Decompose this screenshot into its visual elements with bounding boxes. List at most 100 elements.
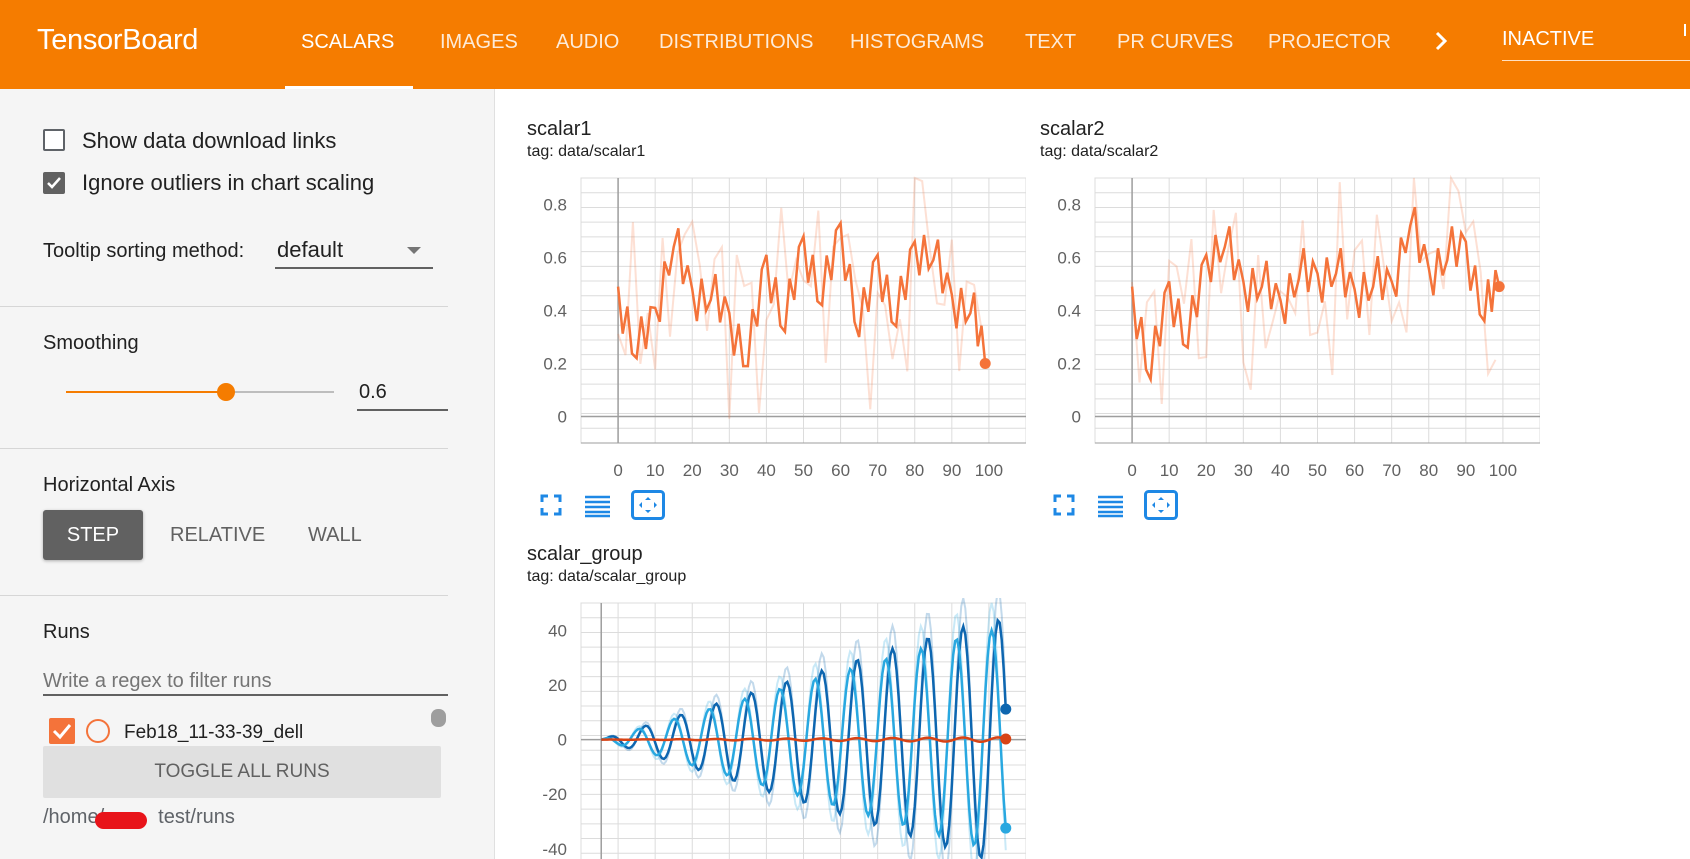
x-tick-label: 100	[975, 461, 1003, 480]
ignore-outliers-checkbox[interactable]	[43, 172, 65, 194]
redaction-mark	[95, 812, 147, 829]
y-tick-label: 0	[558, 731, 567, 750]
tab-distributions[interactable]: DISTRIBUTIONS	[659, 31, 813, 54]
y-tick-label: -20	[542, 785, 567, 804]
horizontal-axis-title: Horizontal Axis	[43, 474, 176, 496]
runs-title: Runs	[43, 621, 90, 643]
x-tick-label: 90	[942, 461, 961, 480]
y-tick-label: 40	[548, 621, 567, 640]
fullscreen-icon[interactable]	[538, 492, 564, 518]
last-point-marker	[1493, 281, 1505, 293]
fit-domain-icon[interactable]	[631, 490, 665, 520]
x-tick-label: 100	[1489, 461, 1517, 480]
run-color-swatch[interactable]	[86, 719, 110, 743]
y-tick-label: 20	[548, 676, 567, 695]
x-tick-label: 0	[1127, 461, 1136, 480]
x-tick-label: 20	[683, 461, 702, 480]
status-dropdown-underline	[1502, 60, 1690, 61]
tooltip-sorting-select[interactable]: default	[277, 237, 343, 263]
y-tick-label: 0.4	[1057, 302, 1081, 321]
divider	[0, 306, 448, 307]
x-tick-label: 60	[831, 461, 850, 480]
smoothing-slider-knob[interactable]	[217, 383, 235, 401]
x-tick-label: 60	[1345, 461, 1364, 480]
run-filter-underline	[43, 694, 448, 696]
menu-edge-icon	[1684, 24, 1686, 36]
log-scale-icon[interactable]	[1097, 492, 1123, 518]
tab-scalars[interactable]: SCALARS	[301, 31, 394, 54]
card-tag-scalar2: tag: data/scalar2	[1040, 143, 1159, 160]
tooltip-sorting-label: Tooltip sorting method:	[43, 240, 245, 262]
x-tick-label: 70	[1382, 461, 1401, 480]
fit-domain-icon[interactable]	[1144, 490, 1178, 520]
card-tag-scalar-group: tag: data/scalar_group	[527, 568, 687, 585]
scalar1-chart[interactable]: 0 0.2 0.4 0.6 0.8 0 10 20 30 40 50 60 70 80 90 100	[541, 173, 1026, 481]
smoothing-title: Smoothing	[43, 332, 139, 354]
checkmark-icon	[47, 177, 61, 189]
last-point-marker	[1000, 703, 1012, 715]
tab-pr-curves[interactable]: PR CURVES	[1117, 31, 1233, 54]
y-tick-label: 0.4	[543, 302, 567, 321]
y-tick-label: 0.6	[543, 249, 567, 268]
smoothing-input-underline	[357, 409, 448, 411]
x-tick-label: 80	[1419, 461, 1438, 480]
tab-audio[interactable]: AUDIO	[556, 31, 619, 54]
tab-text[interactable]: TEXT	[1025, 31, 1076, 54]
checkmark-icon	[52, 724, 72, 740]
x-tick-label: 50	[794, 461, 813, 480]
x-tick-label: 20	[1197, 461, 1216, 480]
smoothing-slider-fill	[66, 391, 226, 393]
run-filter-input[interactable]: Write a regex to filter runs	[43, 670, 272, 693]
raw-series-line	[617, 176, 983, 419]
tab-projector[interactable]: PROJECTOR	[1268, 31, 1391, 54]
scalar2-chart[interactable]: 0 0.2 0.4 0.6 0.8 0 10 20 30 40 50 60 70 80 90 100	[1055, 173, 1540, 481]
tab-histograms[interactable]: HISTOGRAMS	[850, 31, 984, 54]
ignore-outliers-label: Ignore outliers in chart scaling	[82, 170, 375, 195]
y-tick-label: 0.6	[1057, 249, 1081, 268]
x-tick-label: 0	[613, 461, 622, 480]
x-tick-label: 50	[1308, 461, 1327, 480]
smoothed-series-line	[1130, 206, 1501, 385]
log-scale-icon[interactable]	[584, 492, 610, 518]
axis-step-button[interactable]: STEP	[43, 510, 143, 560]
x-tick-label: 90	[1456, 461, 1475, 480]
y-tick-label: 0.2	[543, 355, 567, 374]
y-tick-label: -40	[542, 840, 567, 859]
divider	[0, 448, 448, 449]
y-tick-label: 0.8	[543, 196, 567, 215]
x-tick-label: 40	[757, 461, 776, 480]
card-tag-scalar1: tag: data/scalar1	[527, 143, 646, 160]
card-title-scalar1: scalar1	[527, 118, 592, 140]
x-tick-label: 40	[1271, 461, 1290, 480]
y-tick-label: 0.2	[1057, 355, 1081, 374]
x-tick-label: 30	[1234, 461, 1253, 480]
run-status-dropdown[interactable]: INACTIVE	[1502, 28, 1594, 51]
raw-series-line	[1131, 174, 1497, 405]
axis-relative-button[interactable]: RELATIVE	[170, 524, 265, 547]
last-point-marker	[1000, 822, 1012, 834]
smoothing-input[interactable]: 0.6	[359, 381, 387, 404]
dropdown-arrow-icon[interactable]	[407, 247, 421, 254]
app-logo[interactable]: TensorBoard	[37, 24, 198, 57]
toggle-all-runs-button[interactable]: TOGGLE ALL RUNS	[43, 746, 441, 798]
y-tick-label: 0.8	[1057, 196, 1081, 215]
x-tick-label: 10	[646, 461, 665, 480]
axis-wall-button[interactable]: WALL	[308, 524, 362, 547]
tab-images[interactable]: IMAGES	[440, 31, 518, 54]
x-tick-label: 70	[868, 461, 887, 480]
last-point-marker	[1000, 733, 1012, 745]
show-download-links-checkbox[interactable]	[43, 129, 65, 151]
tooltip-select-underline	[275, 267, 433, 269]
scalar-group-chart[interactable]: -40 -20 0 20 40	[541, 598, 1026, 859]
runs-scrollbar[interactable]	[431, 709, 446, 727]
x-tick-label: 30	[720, 461, 739, 480]
run-name: Feb18_11-33-39_dell	[124, 722, 304, 743]
y-tick-label: 0	[1072, 408, 1081, 427]
fullscreen-icon[interactable]	[1051, 492, 1077, 518]
card-title-scalar2: scalar2	[1040, 118, 1105, 140]
y-tick-label: 0	[558, 408, 567, 427]
chevron-right-icon[interactable]	[1432, 24, 1452, 58]
show-download-links-label: Show data download links	[82, 128, 337, 153]
top-app-bar: TensorBoard SCALARS IMAGES AUDIO DISTRIB…	[0, 0, 1690, 89]
run-checkbox[interactable]	[49, 718, 75, 744]
